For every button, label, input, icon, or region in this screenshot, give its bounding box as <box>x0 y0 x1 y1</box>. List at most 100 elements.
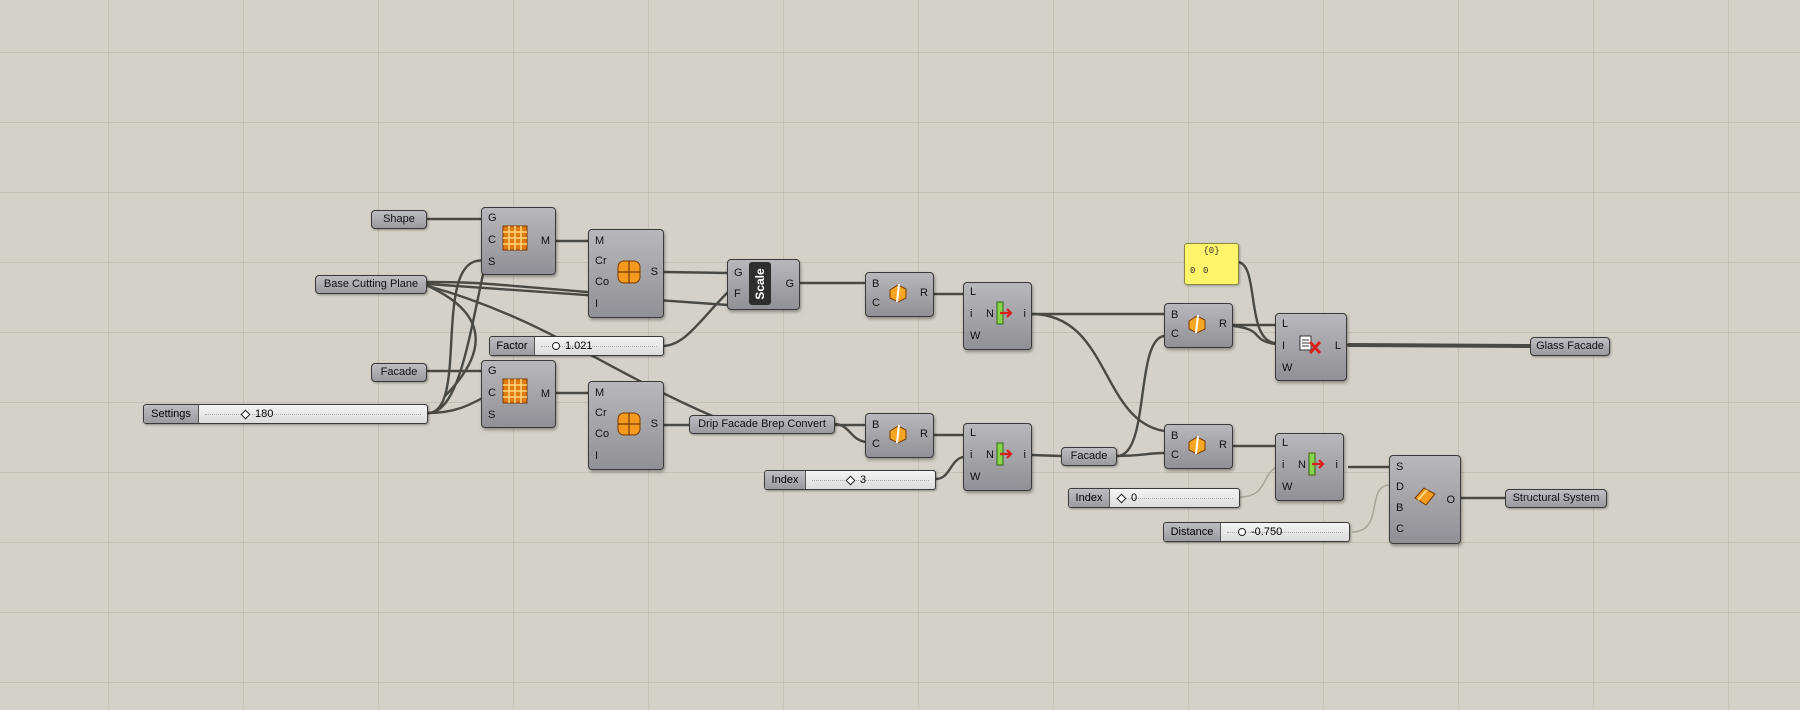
slider-rail[interactable] <box>199 405 427 423</box>
output-port-r[interactable]: R <box>1219 439 1227 451</box>
input-port-c[interactable]: C <box>872 297 880 309</box>
list-item-component-3[interactable]: L i W i N <box>1275 433 1344 501</box>
surface-grid-component-1[interactable]: G C S M <box>481 207 556 275</box>
input-port-w[interactable]: W <box>1282 481 1292 493</box>
structural-system-param[interactable]: Structural System <box>1505 489 1607 508</box>
scale-component[interactable]: G F G Scale <box>727 259 800 310</box>
input-port-c[interactable]: C <box>488 234 496 246</box>
input-port-l[interactable]: L <box>1282 318 1288 330</box>
input-port-w[interactable]: W <box>970 471 980 483</box>
wire <box>662 270 730 275</box>
surface-component-2[interactable]: M Cr Co I S <box>588 381 664 470</box>
input-port-i[interactable]: I <box>1282 340 1285 352</box>
facade-input-param[interactable]: Facade <box>371 363 427 382</box>
input-port-co[interactable]: Co <box>595 276 609 288</box>
slider-rail[interactable] <box>806 471 935 489</box>
slider-grip-icon[interactable] <box>552 342 560 351</box>
factor-slider[interactable]: Factor 1.021 <box>489 336 664 356</box>
output-port-o[interactable]: O <box>1446 494 1455 506</box>
facade-output-param[interactable]: Facade <box>1061 447 1117 466</box>
output-port-l[interactable]: L <box>1335 340 1341 352</box>
split-brep-component-4[interactable]: B C R <box>1164 424 1233 469</box>
input-port-b[interactable]: B <box>872 278 879 290</box>
wire <box>426 259 488 415</box>
surface-component-1[interactable]: M Cr Co I S <box>588 229 664 318</box>
input-port-m[interactable]: M <box>595 235 604 247</box>
offset-surface-component[interactable]: S D B C O <box>1389 455 1461 544</box>
input-port-b[interactable]: B <box>1171 309 1178 321</box>
index-slider-2[interactable]: Index 0 <box>1068 488 1240 508</box>
list-item-component-2[interactable]: L i W i N <box>963 423 1032 491</box>
slider-label: Index <box>765 471 806 489</box>
input-port-c[interactable]: C <box>1171 328 1179 340</box>
yellow-panel[interactable]: {0} 0 0 <box>1184 243 1239 285</box>
list-item-component-1[interactable]: L i W i N <box>963 282 1032 350</box>
slider-grip-icon[interactable] <box>1116 493 1127 504</box>
settings-slider[interactable]: Settings 180 <box>143 404 428 424</box>
input-port-g[interactable]: G <box>734 267 743 279</box>
output-port-m[interactable]: M <box>541 388 550 400</box>
input-port-s[interactable]: S <box>488 256 495 268</box>
base-cutting-plane-param[interactable]: Base Cutting Plane <box>315 275 427 294</box>
cull-index-component[interactable]: L I W L <box>1275 313 1347 381</box>
input-port-m[interactable]: M <box>595 387 604 399</box>
slider-grip-icon[interactable] <box>845 475 856 486</box>
slider-grip-icon[interactable] <box>240 409 251 420</box>
split-brep-component-1[interactable]: B C R <box>865 272 934 317</box>
input-port-b[interactable]: B <box>872 419 879 431</box>
input-port-l[interactable]: L <box>1282 437 1288 449</box>
input-port-b[interactable]: B <box>1396 502 1403 514</box>
input-port-g[interactable]: G <box>488 365 497 377</box>
input-port-d[interactable]: D <box>1396 481 1404 493</box>
drip-facade-brep-convert-param[interactable]: Drip Facade Brep Convert <box>689 415 835 434</box>
wire <box>426 259 488 415</box>
input-port-l[interactable]: L <box>970 427 976 439</box>
input-port-i[interactable]: I <box>595 450 598 462</box>
input-port-w[interactable]: W <box>1282 362 1292 374</box>
input-port-f[interactable]: F <box>734 288 741 300</box>
input-port-i[interactable]: i <box>970 449 972 461</box>
split-brep-icon <box>889 283 907 303</box>
output-port-s[interactable]: S <box>651 418 658 430</box>
input-port-c[interactable]: C <box>872 438 880 450</box>
wire <box>1029 453 1063 458</box>
input-port-i[interactable]: i <box>970 308 972 320</box>
input-port-c[interactable]: C <box>1171 449 1179 461</box>
input-port-i[interactable]: I <box>595 298 598 310</box>
input-port-c[interactable]: C <box>1396 523 1404 535</box>
input-port-cr[interactable]: Cr <box>595 407 607 419</box>
output-port-i[interactable]: i <box>1024 308 1026 320</box>
surface-grid-component-2[interactable]: G C S M <box>481 360 556 428</box>
wire <box>1115 451 1166 458</box>
output-port-r[interactable]: R <box>920 287 928 299</box>
input-port-l[interactable]: L <box>970 286 976 298</box>
output-port-g[interactable]: G <box>785 278 794 290</box>
wire <box>426 280 589 294</box>
split-brep-component-3[interactable]: B C R <box>1164 303 1233 348</box>
input-port-b[interactable]: B <box>1171 430 1178 442</box>
input-port-c[interactable]: C <box>488 387 496 399</box>
output-port-r[interactable]: R <box>920 428 928 440</box>
output-port-r[interactable]: R <box>1219 318 1227 330</box>
output-port-i[interactable]: i <box>1024 449 1026 461</box>
input-port-s[interactable]: S <box>1396 461 1403 473</box>
surface-grid-icon <box>502 378 528 404</box>
input-port-i[interactable]: i <box>1282 459 1284 471</box>
output-port-m[interactable]: M <box>541 235 550 247</box>
input-port-co[interactable]: Co <box>595 428 609 440</box>
output-port-s[interactable]: S <box>651 266 658 278</box>
input-port-cr[interactable]: Cr <box>595 255 607 267</box>
shape-param[interactable]: Shape <box>371 210 427 229</box>
input-port-w[interactable]: W <box>970 330 980 342</box>
input-port-g[interactable]: G <box>488 212 497 224</box>
index-slider-1[interactable]: Index 3 <box>764 470 936 490</box>
glass-facade-param[interactable]: Glass Facade <box>1530 337 1610 356</box>
output-port-i[interactable]: i <box>1336 459 1338 471</box>
slider-grip-icon[interactable] <box>1238 528 1246 537</box>
slider-label: Settings <box>144 405 199 423</box>
wire <box>1347 343 1532 348</box>
distance-slider[interactable]: Distance -0.750 <box>1163 522 1350 542</box>
input-port-s[interactable]: S <box>488 409 495 421</box>
split-brep-component-2[interactable]: B C R <box>865 413 934 458</box>
list-item-icon <box>1308 452 1325 476</box>
